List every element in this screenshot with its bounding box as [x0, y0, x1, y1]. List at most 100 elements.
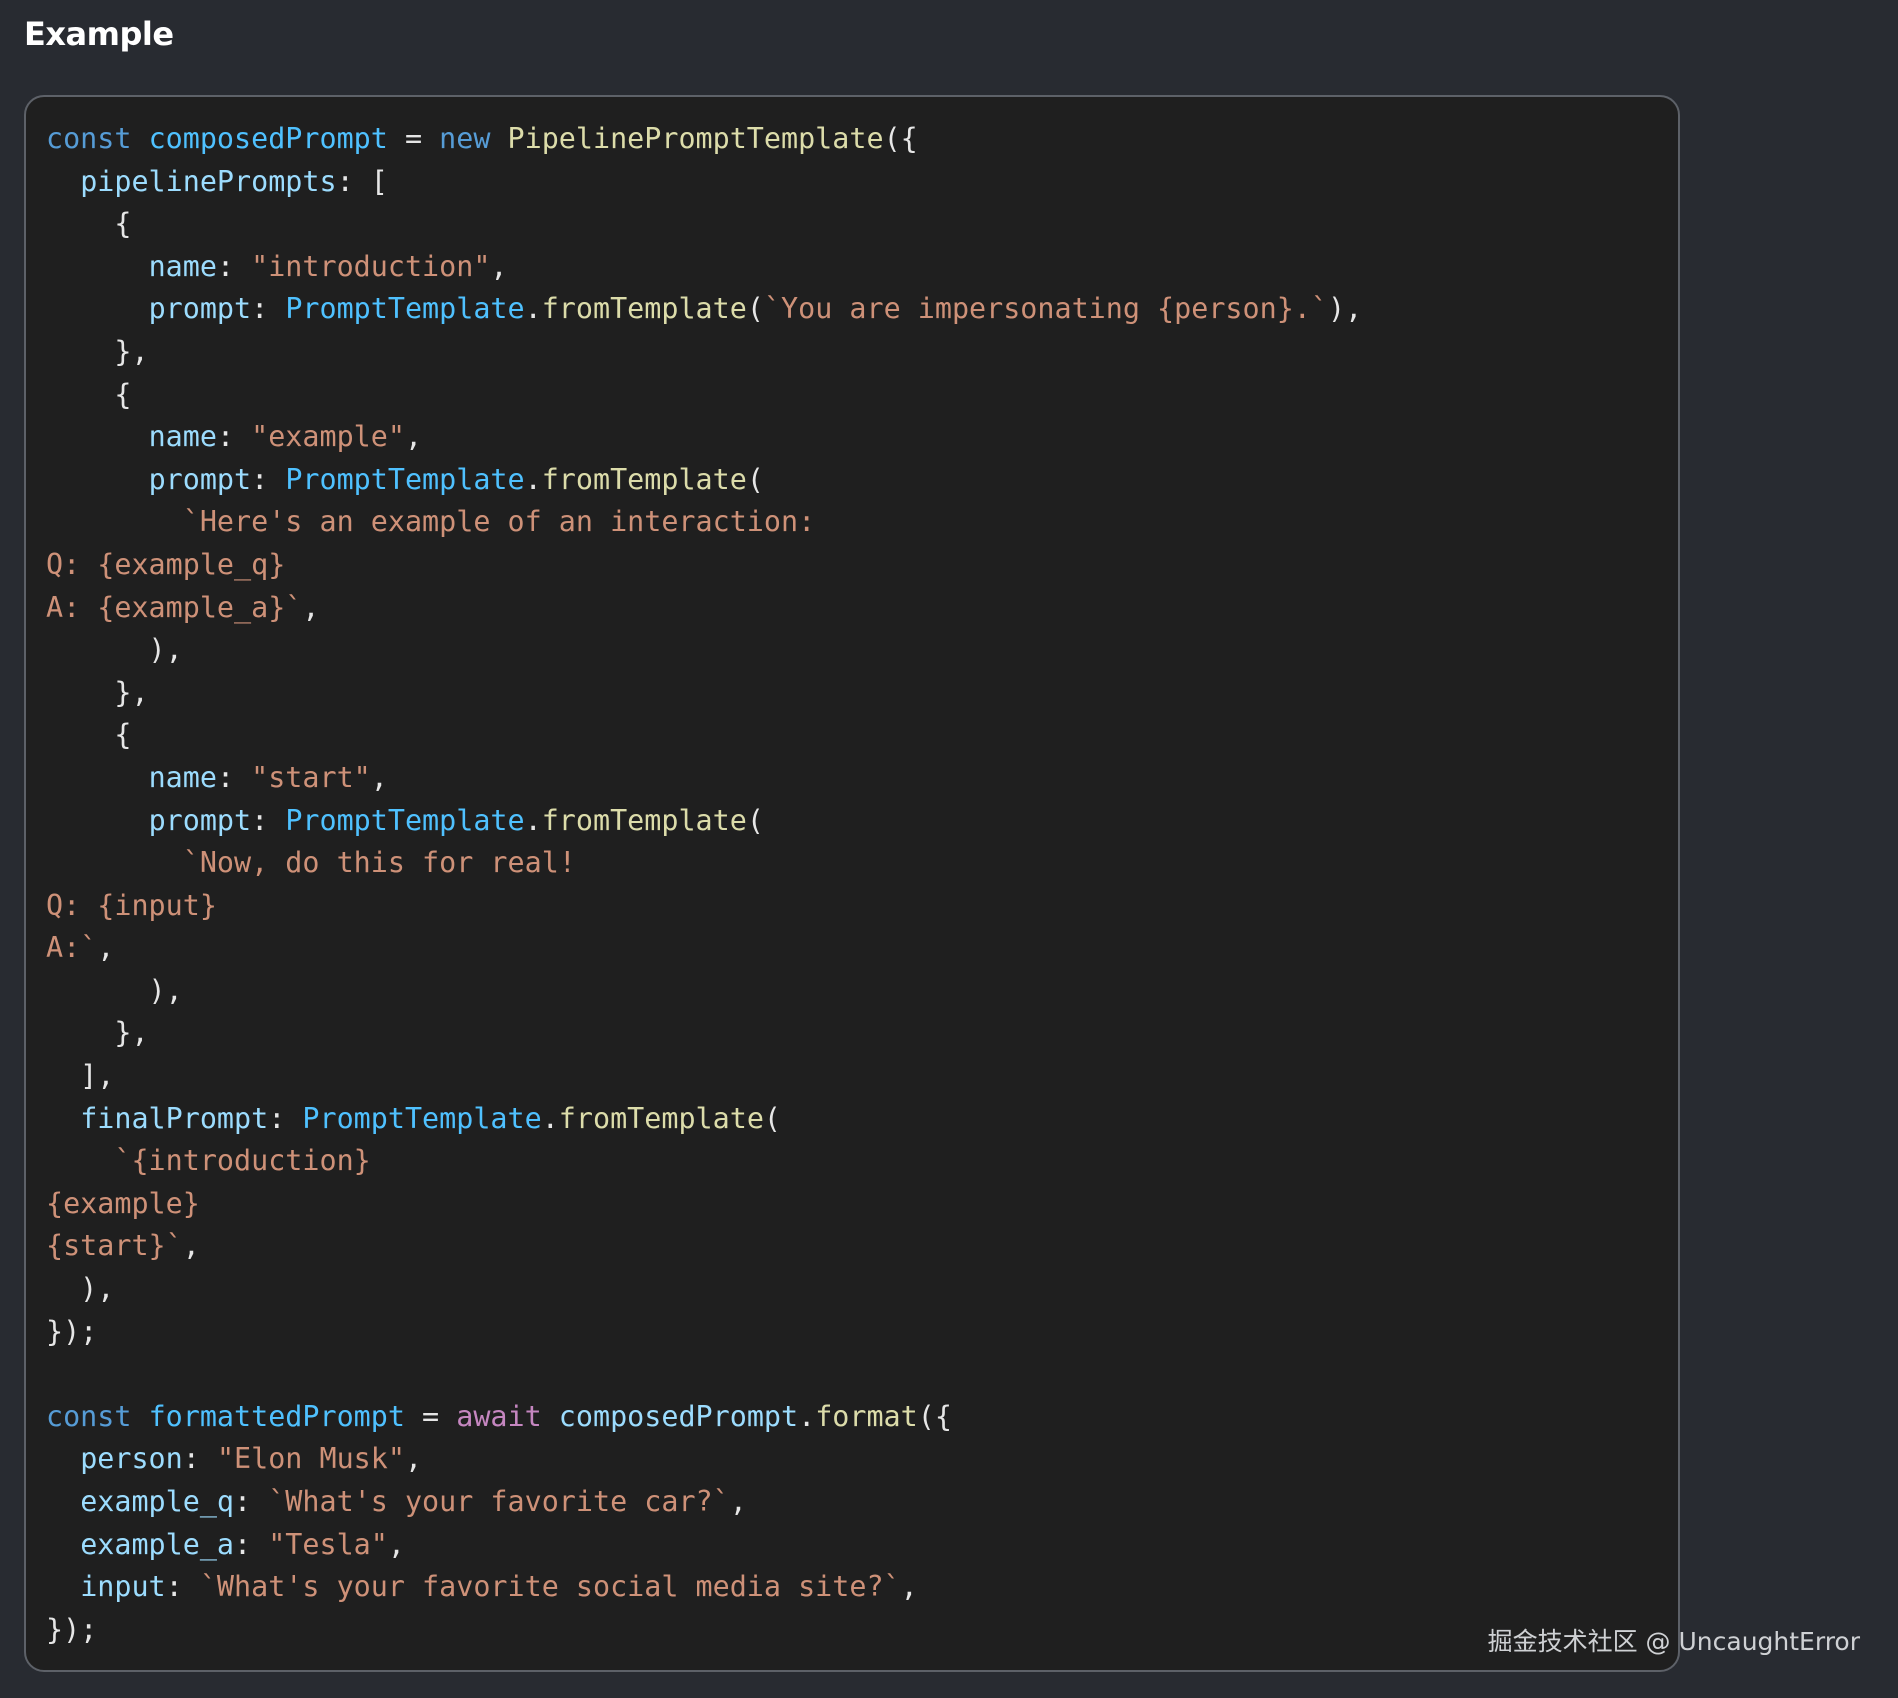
- punctuation-token: ,: [387, 1527, 405, 1561]
- punctuation-token: [490, 122, 507, 155]
- code-line: });: [46, 1311, 1362, 1354]
- code-line: });: [46, 1609, 1362, 1652]
- punctuation-token: :: [234, 1485, 269, 1518]
- section-heading: Example: [24, 15, 174, 53]
- punctuation-token: },: [46, 675, 149, 709]
- identifier-token: PromptTemplate: [285, 803, 525, 837]
- code-line: {start}`,: [46, 1225, 1362, 1268]
- punctuation-token: (: [763, 1101, 782, 1135]
- code-line: `Now, do this for real!: [46, 842, 1362, 885]
- punctuation-token: .: [524, 462, 542, 496]
- punctuation-token: :: [268, 1101, 303, 1135]
- punctuation-token: [46, 505, 183, 538]
- code-line: prompt: PromptTemplate.fromTemplate(: [46, 800, 1362, 843]
- punctuation-token: :: [216, 249, 252, 283]
- punctuation-token: },: [46, 1016, 149, 1050]
- code-line: prompt: PromptTemplate.fromTemplate(`You…: [46, 288, 1363, 331]
- punctuation-token: =: [404, 1399, 457, 1433]
- string-token: "example": [251, 420, 405, 454]
- code-line: const composedPrompt = new PipelinePromp…: [46, 118, 1362, 161]
- punctuation-token: {: [46, 207, 132, 241]
- punctuation-token: [46, 250, 149, 283]
- code-line: prompt: PromptTemplate.fromTemplate(: [46, 459, 1362, 502]
- code-line: A:`,: [46, 927, 1362, 970]
- punctuation-token: (: [746, 292, 764, 326]
- punctuation-token: [46, 292, 149, 325]
- function-token: format: [815, 1399, 918, 1433]
- punctuation-token: ,: [404, 420, 423, 454]
- code-line: name: "example",: [46, 416, 1362, 459]
- punctuation-token: .: [524, 803, 542, 837]
- code-line: {: [46, 374, 1362, 417]
- punctuation-token: :: [251, 803, 286, 837]
- punctuation-token: },: [46, 334, 149, 368]
- code-line: pipelinePrompts: [: [46, 161, 1362, 204]
- code-line: ],: [46, 1055, 1362, 1098]
- punctuation-token: : [: [336, 164, 388, 198]
- punctuation-token: ),: [46, 973, 183, 1007]
- punctuation-token: [542, 1400, 559, 1433]
- punctuation-token: [46, 1528, 80, 1561]
- property-token: pipelinePrompts: [80, 164, 337, 198]
- code-content[interactable]: const composedPrompt = new PipelinePromp…: [46, 118, 1362, 1651]
- string-token: A: {example_a}`: [46, 590, 303, 624]
- code-line: `Here's an example of an interaction:: [46, 501, 1362, 544]
- code-line: finalPrompt: PromptTemplate.fromTemplate…: [46, 1098, 1362, 1141]
- property-token: prompt: [148, 292, 252, 326]
- punctuation-token: [46, 804, 149, 837]
- code-block[interactable]: const composedPrompt = new PipelinePromp…: [24, 95, 1680, 1672]
- code-line: ),: [46, 629, 1362, 672]
- punctuation-token: [46, 761, 149, 794]
- string-token: `Now, do this for real!: [182, 846, 576, 880]
- property-token: input: [80, 1570, 166, 1604]
- class-token: PipelinePromptTemplate: [507, 122, 884, 155]
- string-token: "start": [251, 760, 371, 794]
- property-token: example_q: [80, 1485, 235, 1518]
- punctuation-token: ),: [46, 633, 183, 667]
- function-token: fromTemplate: [541, 803, 747, 837]
- property-token: prompt: [148, 803, 252, 837]
- punctuation-token: (: [746, 462, 764, 496]
- punctuation-token: (: [746, 803, 764, 837]
- punctuation-token: :: [251, 462, 286, 496]
- punctuation-token: :: [251, 292, 286, 326]
- identifier-token: PromptTemplate: [302, 1101, 542, 1135]
- punctuation-token: ,: [900, 1570, 918, 1604]
- code-line: example_q: `What's your favorite car?`,: [46, 1481, 1362, 1524]
- punctuation-token: ,: [97, 931, 115, 965]
- punctuation-token: });: [46, 1612, 98, 1646]
- code-line: const formattedPrompt = await composedPr…: [46, 1396, 1362, 1439]
- identifier-token: composedPrompt: [558, 1399, 799, 1433]
- punctuation-token: ,: [404, 1442, 423, 1476]
- string-token: {example}: [46, 1186, 200, 1220]
- punctuation-token: {: [46, 718, 132, 752]
- punctuation-token: {: [46, 377, 132, 411]
- code-line: },: [46, 331, 1362, 374]
- string-token: Q: {input}: [46, 888, 217, 922]
- property-token: finalPrompt: [80, 1101, 269, 1135]
- punctuation-token: ,: [182, 1229, 200, 1263]
- code-line: Q: {example_q}: [46, 544, 1362, 587]
- code-line: Q: {input}: [46, 885, 1362, 928]
- code-line: A: {example_a}`,: [46, 587, 1362, 630]
- code-line: {: [46, 203, 1362, 246]
- property-token: example_a: [80, 1527, 235, 1561]
- string-token: `What's your favorite car?`: [268, 1485, 730, 1518]
- punctuation-token: :: [234, 1527, 269, 1561]
- punctuation-token: [131, 122, 148, 155]
- string-token: `{introduction}: [114, 1144, 371, 1178]
- code-line: },: [46, 672, 1362, 715]
- keyword-token: const: [46, 122, 132, 155]
- punctuation-token: [46, 463, 149, 496]
- code-line: example_a: "Tesla",: [46, 1524, 1362, 1567]
- punctuation-token: });: [46, 1314, 98, 1348]
- code-line: name: "start",: [46, 757, 1362, 800]
- code-line: },: [46, 1012, 1362, 1055]
- code-line: {example}: [46, 1183, 1362, 1226]
- code-line: person: "Elon Musk",: [46, 1438, 1362, 1481]
- punctuation-token: ,: [490, 249, 508, 283]
- punctuation-token: ],: [46, 1059, 115, 1093]
- keyword-token: const: [46, 1399, 132, 1433]
- punctuation-token: :: [216, 760, 252, 794]
